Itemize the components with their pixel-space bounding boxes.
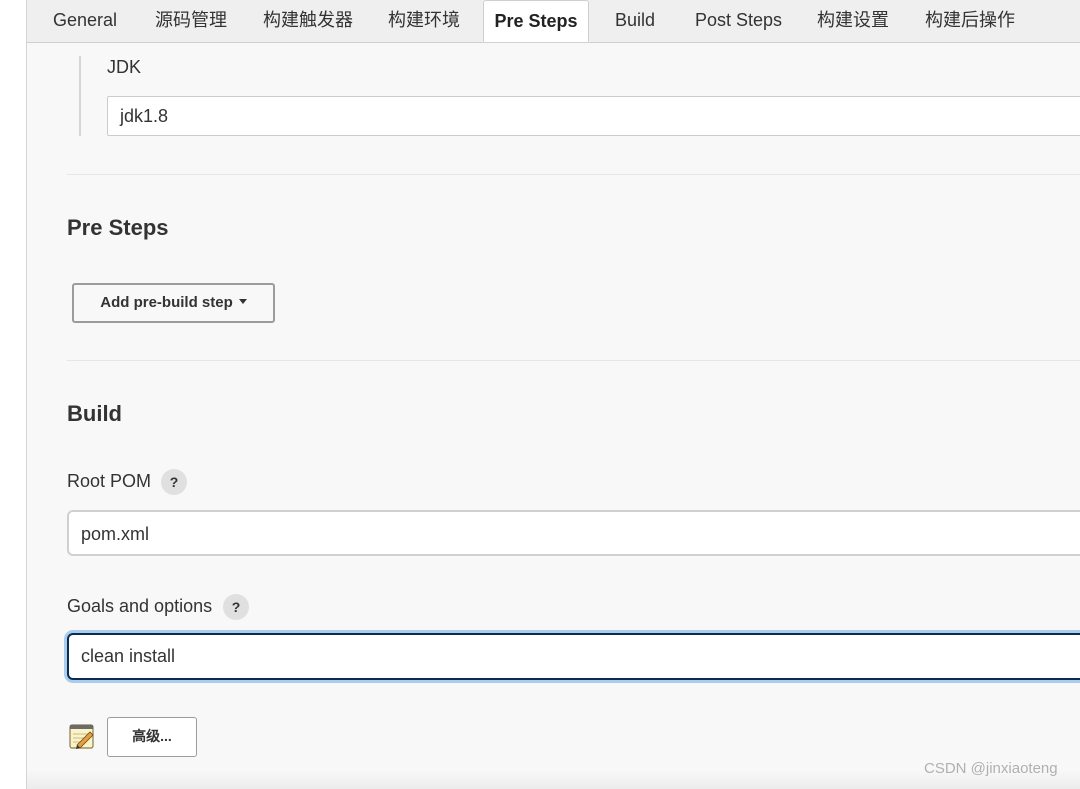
add-pre-build-step-button[interactable]: Add pre-build step: [72, 283, 275, 323]
tab-post-build-actions[interactable]: 构建后操作: [925, 0, 1015, 42]
tab-pre-steps[interactable]: Pre Steps: [483, 0, 589, 42]
advanced-button[interactable]: 高级...: [107, 717, 197, 757]
tab-post-steps[interactable]: Post Steps: [695, 0, 782, 42]
jdk-select[interactable]: jdk1.8: [107, 96, 1080, 136]
section-divider: [67, 174, 1080, 175]
goals-options-help-icon[interactable]: ?: [223, 594, 249, 620]
tab-build-environment[interactable]: 构建环境: [388, 0, 460, 42]
tab-source-control[interactable]: 源码管理: [155, 0, 227, 42]
tab-build-triggers[interactable]: 构建触发器: [263, 0, 353, 42]
section-divider: [67, 360, 1080, 361]
tab-build[interactable]: Build: [615, 0, 655, 42]
tab-build-settings[interactable]: 构建设置: [817, 0, 889, 42]
caret-down-icon: [238, 298, 247, 304]
bottom-shade: [27, 770, 1080, 789]
add-pre-build-step-label: Add pre-build step: [100, 294, 233, 311]
watermark: CSDN @jinxiaoteng: [924, 760, 1058, 777]
tab-general[interactable]: General: [53, 0, 117, 42]
jdk-label: JDK: [107, 57, 142, 77]
notepad-icon[interactable]: [68, 722, 96, 750]
jdk-indent-bar: [79, 56, 81, 136]
root-pom-help-icon[interactable]: ?: [161, 469, 187, 495]
jenkins-config-page: General 源码管理 构建触发器 构建环境 Pre Steps Build …: [0, 0, 1080, 789]
build-title: Build: [67, 401, 122, 426]
root-pom-input[interactable]: pom.xml: [67, 510, 1080, 556]
root-pom-label: Root POM: [67, 471, 152, 491]
config-tabbar: General 源码管理 构建触发器 构建环境 Pre Steps Build …: [27, 0, 1080, 43]
goals-options-input[interactable]: clean install: [67, 633, 1080, 680]
config-panel: General 源码管理 构建触发器 构建环境 Pre Steps Build …: [27, 0, 1080, 789]
pre-steps-title: Pre Steps: [67, 215, 169, 240]
goals-options-label: Goals and options: [67, 596, 213, 616]
